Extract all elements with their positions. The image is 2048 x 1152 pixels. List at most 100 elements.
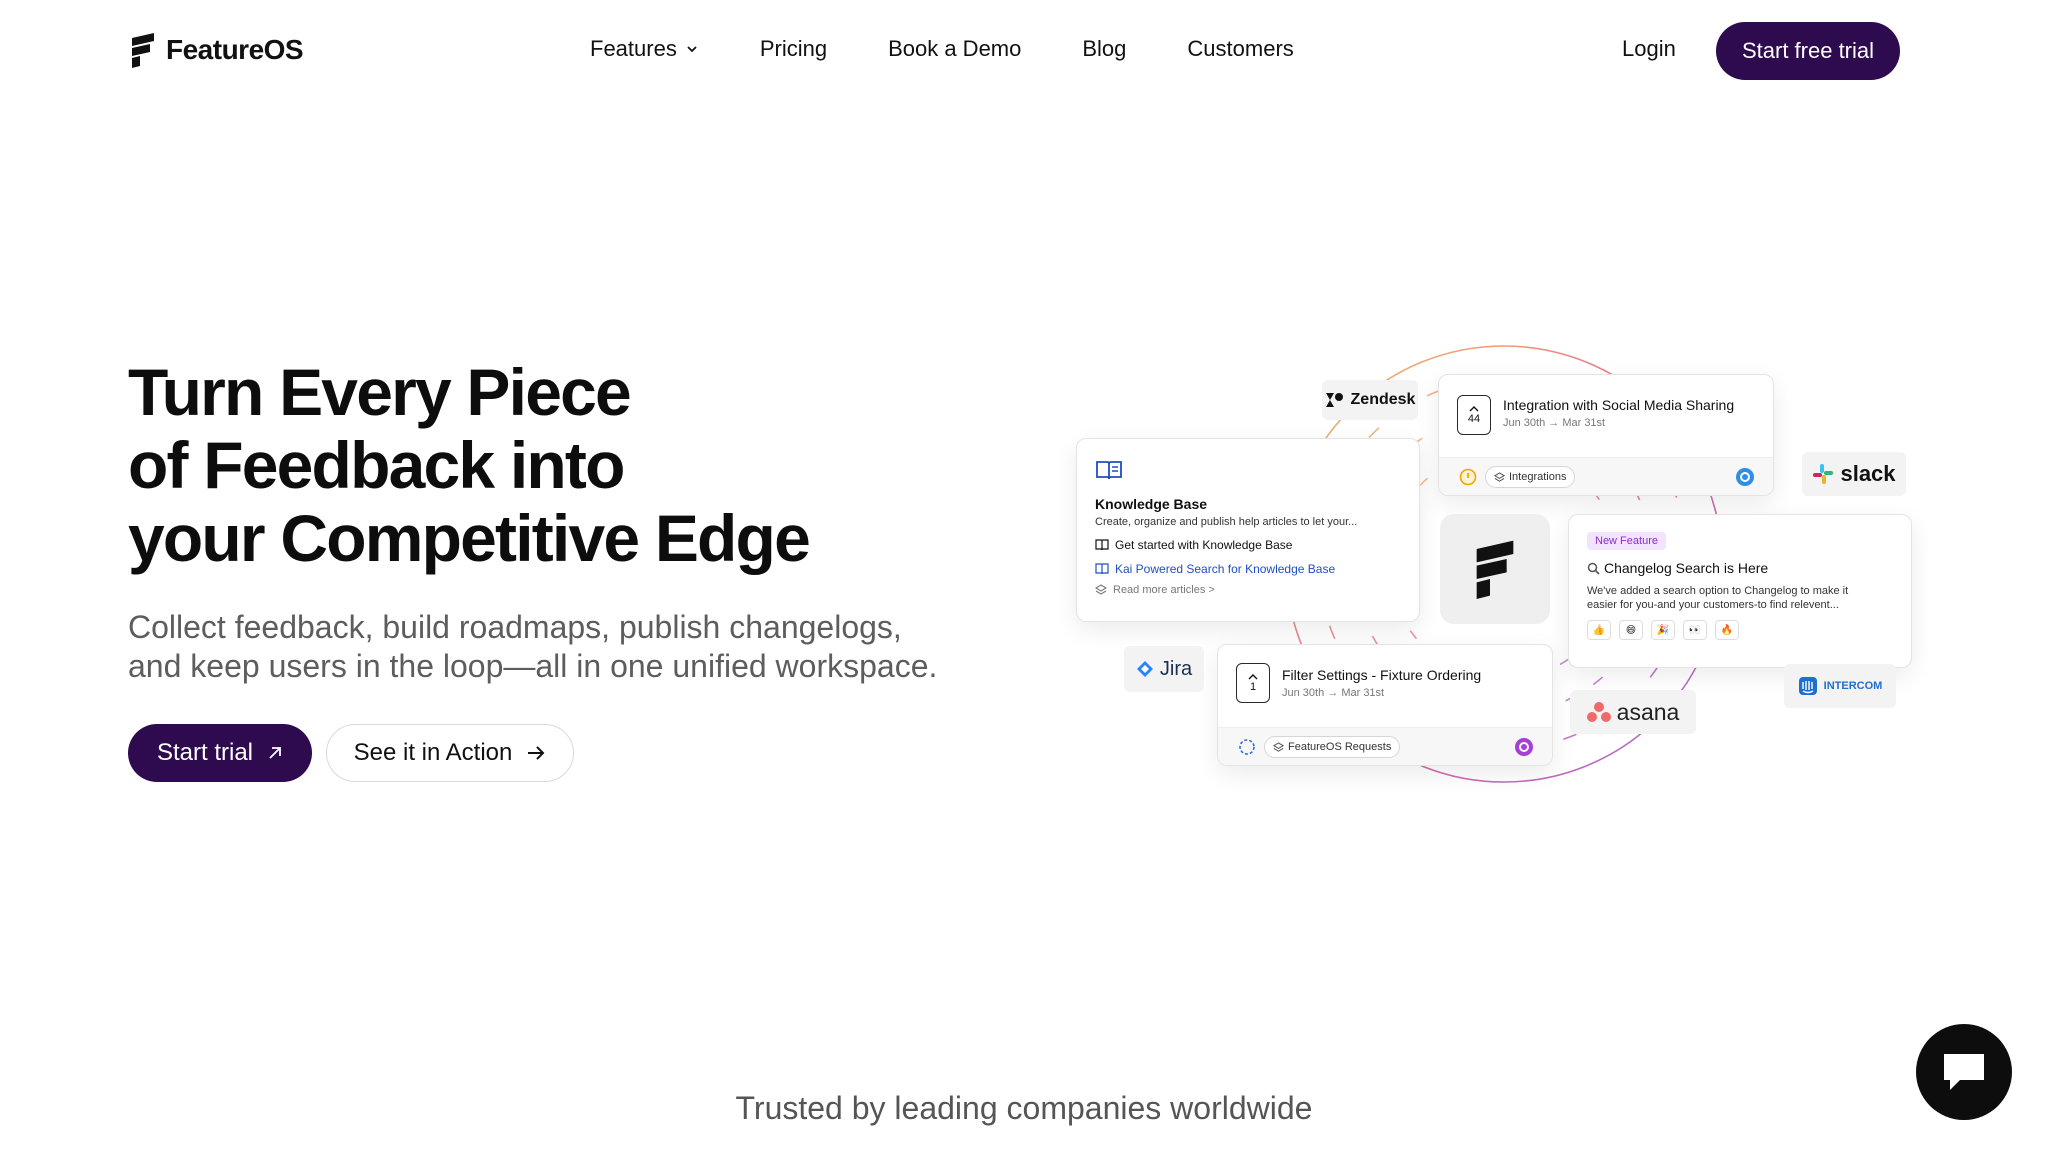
changelog-description: We've added a search option to Changelog… xyxy=(1587,584,1893,612)
chevron-up-icon xyxy=(1248,674,1258,680)
featureos-logo-icon xyxy=(132,33,154,68)
zendesk-label: Zendesk xyxy=(1350,391,1416,408)
nav-item-features[interactable]: Features xyxy=(590,36,699,62)
jira-logo: Jira xyxy=(1124,646,1204,692)
reaction-bar: 👍 😄 🎉 👀 🔥 xyxy=(1587,620,1893,640)
vote-count: 1 xyxy=(1249,681,1257,693)
chat-widget-button[interactable] xyxy=(1916,1024,2012,1120)
zendesk-logo: Zendesk xyxy=(1322,380,1418,420)
kb-article-link-label: Kai Powered Search for Knowledge Base xyxy=(1115,562,1336,576)
slack-label: slack xyxy=(1840,461,1896,486)
reaction-button[interactable]: 👍 xyxy=(1587,620,1611,640)
hero-subtitle-line: and keep users in the loop—all in one un… xyxy=(128,648,938,684)
status-icon xyxy=(1459,468,1477,486)
knowledge-base-description: Create, organize and publish help articl… xyxy=(1095,516,1358,528)
chevron-down-icon xyxy=(687,46,697,53)
changelog-card[interactable]: New Feature Changelog Search is Here We'… xyxy=(1568,514,1912,668)
user-avatar-icon xyxy=(1736,468,1754,486)
search-icon xyxy=(1587,562,1600,575)
start-free-trial-button[interactable]: Start free trial xyxy=(1716,22,1900,80)
trusted-by-heading: Trusted by leading companies worldwide xyxy=(735,1090,1313,1126)
login-link[interactable]: Login xyxy=(1622,36,1676,62)
hero-subtitle-line: Collect feedback, build roadmaps, publis… xyxy=(128,609,902,645)
upvote-button[interactable]: 44 xyxy=(1457,395,1491,435)
intercom-icon xyxy=(1798,677,1817,695)
status-icon xyxy=(1239,739,1255,755)
kb-read-more-label: Read more articles > xyxy=(1113,584,1215,596)
hero-title-line: your Competitive Edge xyxy=(128,501,811,575)
board-tag: FeatureOS Requests xyxy=(1264,736,1401,758)
see-it-in-action-button[interactable]: See it in Action xyxy=(326,724,574,782)
asana-icon xyxy=(1586,702,1611,722)
asana-logo: asana xyxy=(1570,690,1696,734)
layers-icon xyxy=(1095,584,1107,595)
book-icon xyxy=(1095,563,1109,575)
changelog-title: Changelog Search is Here xyxy=(1587,560,1893,576)
asana-label: asana xyxy=(1616,698,1680,725)
knowledge-base-title: Knowledge Base xyxy=(1095,496,1208,512)
post-title: Filter Settings - Fixture Ordering xyxy=(1282,667,1482,683)
post-date-range: Jun 30th → Mar 31st xyxy=(1282,687,1385,699)
intercom-logo: INTERCOM xyxy=(1784,664,1896,708)
board-tag: Integrations xyxy=(1485,466,1576,488)
changelog-description-line: We've added a search option to Changelog… xyxy=(1587,585,1849,597)
nav-item-pricing[interactable]: Pricing xyxy=(760,36,827,62)
nav-item-customers[interactable]: Customers xyxy=(1187,36,1293,62)
kb-read-more-link[interactable]: Read more articles > xyxy=(1095,584,1401,596)
user-avatar-icon xyxy=(1515,738,1533,756)
hero-subtitle: Collect feedback, build roadmaps, publis… xyxy=(128,608,1028,686)
see-it-in-action-label: See it in Action xyxy=(353,739,513,766)
book-icon xyxy=(1095,539,1109,551)
nav-item-book-demo[interactable]: Book a Demo xyxy=(888,36,1021,62)
hero-title: Turn Every Piece of Feedback into your C… xyxy=(128,356,1028,575)
board-tag-label: FeatureOS Requests xyxy=(1288,741,1392,753)
nav-item-label: Pricing xyxy=(759,36,828,61)
reaction-button[interactable]: 😄 xyxy=(1619,620,1643,640)
slack-icon xyxy=(1813,464,1834,484)
start-trial-button[interactable]: Start trial xyxy=(128,724,312,782)
chat-bubble-icon xyxy=(1944,1054,1984,1090)
nav-item-label: Book a Demo xyxy=(888,36,1022,61)
board-tag-label: Integrations xyxy=(1509,471,1567,483)
nav-item-blog[interactable]: Blog xyxy=(1082,36,1126,62)
social-sharing-post-card[interactable]: 44 Integration with Social Media Sharing… xyxy=(1438,374,1774,496)
slack-logo: slack xyxy=(1802,452,1906,496)
reaction-button[interactable]: 👀 xyxy=(1683,620,1707,640)
chevron-up-icon xyxy=(1469,406,1479,412)
upvote-button[interactable]: 1 xyxy=(1236,663,1270,703)
vote-count: 44 xyxy=(1467,413,1481,425)
post-date-range: Jun 30th → Mar 31st xyxy=(1503,417,1606,429)
new-feature-badge: New Feature xyxy=(1587,532,1666,550)
arrow-right-icon xyxy=(528,746,545,760)
brand-logo[interactable]: FeatureOS xyxy=(128,32,304,68)
nav-item-label: Features xyxy=(590,36,677,61)
knowledge-base-card[interactable]: Knowledge Base Create, organize and publ… xyxy=(1076,438,1420,622)
reaction-button[interactable]: 🔥 xyxy=(1715,620,1739,640)
filter-settings-post-card[interactable]: 1 Filter Settings - Fixture Ordering Jun… xyxy=(1217,644,1553,766)
hero-title-line: of Feedback into xyxy=(128,428,625,502)
hero-illustration: Knowledge Base Create, organize and publ… xyxy=(1060,320,1930,820)
book-icon xyxy=(1096,461,1122,480)
main-nav: Features Pricing Book a Demo Blog Custom… xyxy=(590,36,1294,62)
featureos-logo-icon xyxy=(1476,540,1514,599)
arrow-up-right-icon xyxy=(269,747,281,759)
layers-icon xyxy=(1494,471,1505,482)
intercom-label: INTERCOM xyxy=(1823,680,1883,692)
changelog-title-label: Changelog Search is Here xyxy=(1604,560,1769,576)
jira-icon xyxy=(1136,661,1153,677)
jira-label: Jira xyxy=(1159,657,1193,680)
nav-item-label: Blog xyxy=(1082,36,1127,61)
site-header: FeatureOS Features Pricing Book a Demo B… xyxy=(0,0,2048,100)
reaction-button[interactable]: 🎉 xyxy=(1651,620,1675,640)
nav-item-label: Customers xyxy=(1187,36,1294,61)
start-trial-label: Start trial xyxy=(156,739,254,766)
post-card-footer: FeatureOS Requests xyxy=(1218,727,1552,765)
layers-icon xyxy=(1273,741,1284,752)
zendesk-icon xyxy=(1325,393,1343,407)
featureos-logo-tile xyxy=(1440,514,1550,624)
changelog-description-line: easier for you-and your customers-to fin… xyxy=(1587,599,1839,611)
hero-title-line: Turn Every Piece xyxy=(128,355,632,429)
kb-article-link[interactable]: Get started with Knowledge Base xyxy=(1095,538,1401,552)
post-title: Integration with Social Media Sharing xyxy=(1503,397,1735,413)
kb-article-link[interactable]: Kai Powered Search for Knowledge Base xyxy=(1095,562,1401,576)
